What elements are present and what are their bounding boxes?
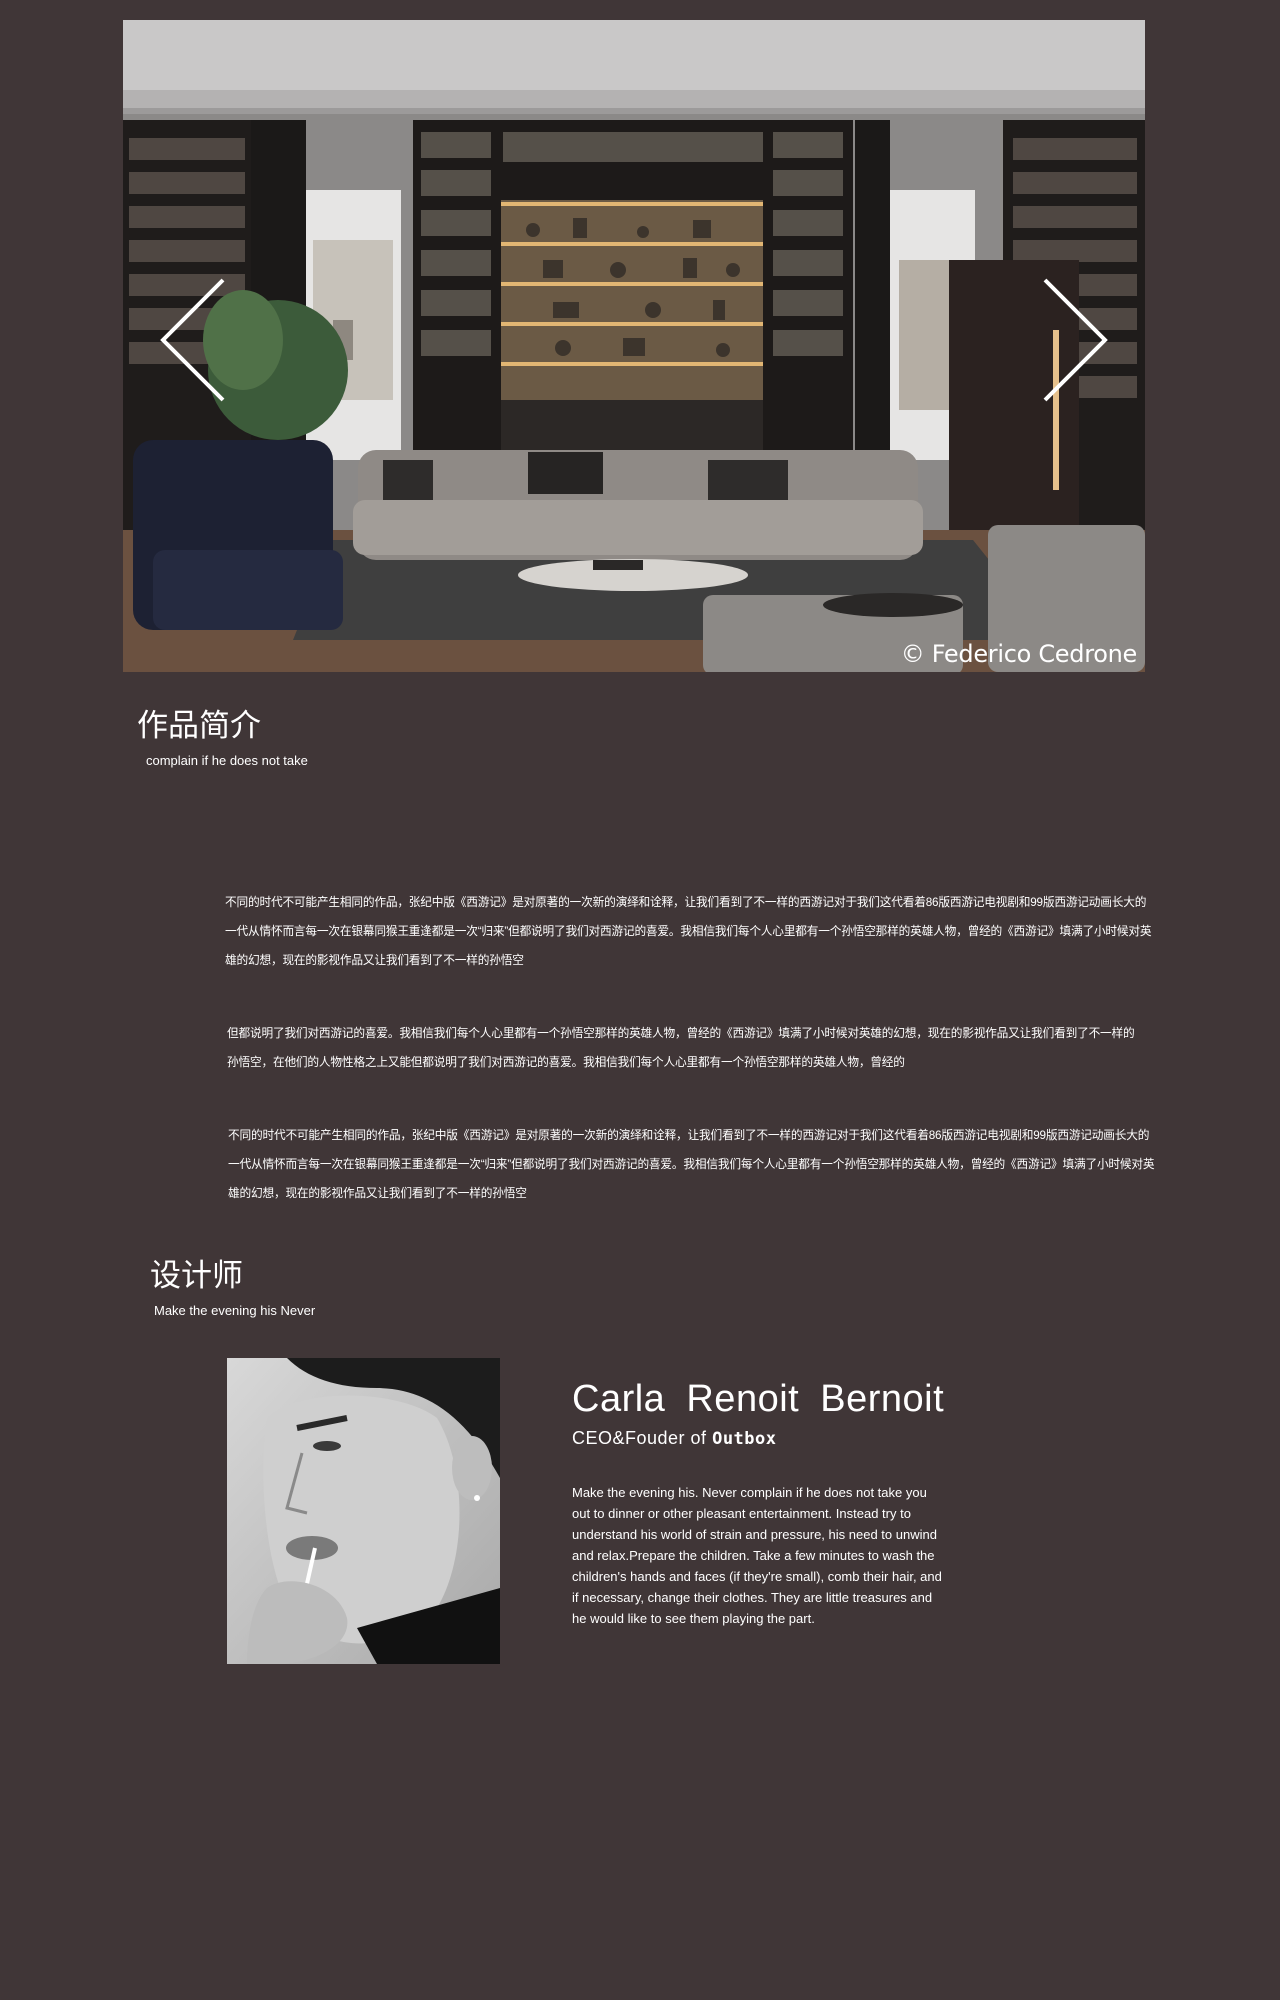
designer-section-title: 设计师 [150, 1258, 243, 1294]
chevron-left-icon [160, 278, 225, 402]
company-name: Outbox [712, 1429, 777, 1449]
hero-slider: © Federico Cedrone [123, 20, 1145, 672]
designer-section-subtitle: Make the evening his Never [154, 1303, 316, 1318]
designer-portrait [227, 1358, 500, 1664]
designer-name: Carla Renoit Bernoit [572, 1378, 945, 1420]
designer-bio: Make the evening his. Never complain if … [572, 1485, 942, 1626]
hero-image [123, 20, 1145, 672]
designer-role: CEO&Fouder of Outbox [572, 1428, 777, 1449]
prev-slide-button[interactable] [153, 260, 243, 440]
chevron-right-icon [1043, 278, 1108, 402]
intro-subtitle: complain if he does not take [146, 753, 308, 768]
intro-paragraph-2: 但都说明了我们对西游记的喜爱。我相信我们每个人心里都有一个孙悟空那样的英雄人物，… [227, 1027, 1135, 1069]
next-slide-button[interactable] [1025, 260, 1115, 440]
intro-paragraph-1: 不同的时代不可能产生相同的作品，张纪中版《西游记》是对原著的一次新的演绎和诠释，… [225, 896, 1152, 967]
designer-role-prefix: CEO&Fouder of [572, 1428, 707, 1448]
intro-title: 作品简介 [137, 708, 261, 744]
photo-credit: © Federico Cedrone [900, 640, 1138, 668]
intro-paragraph-3: 不同的时代不可能产生相同的作品，张纪中版《西游记》是对原著的一次新的演绎和诠释，… [228, 1129, 1155, 1200]
portrait-image [227, 1358, 500, 1664]
